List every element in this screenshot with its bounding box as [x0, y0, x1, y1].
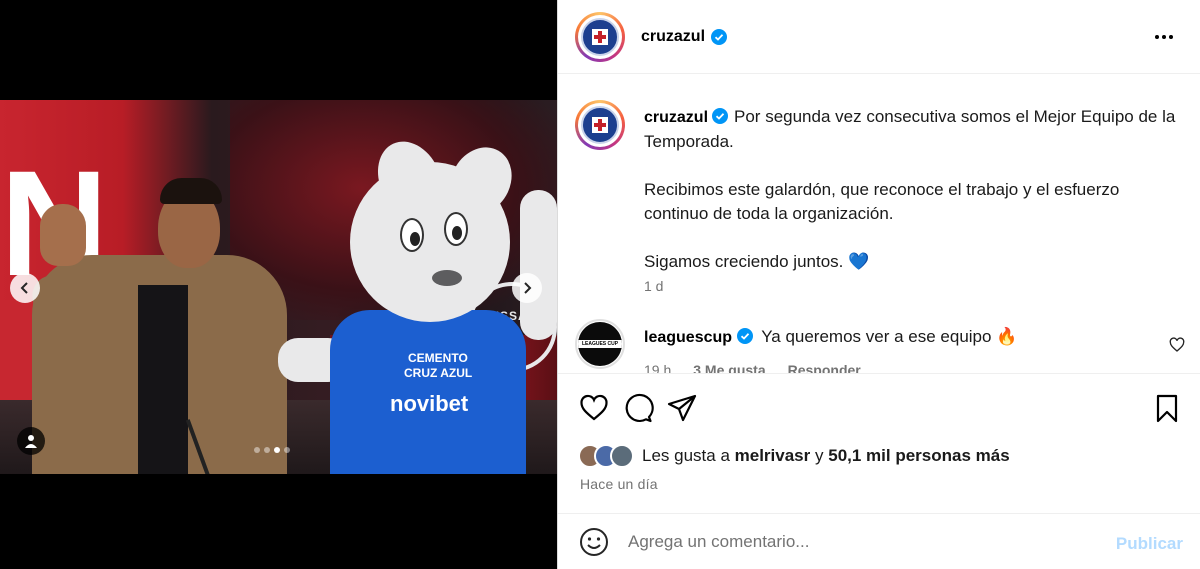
comment-input[interactable]: [628, 531, 1088, 552]
carousel-prev-button[interactable]: [10, 273, 40, 303]
likes-count-link[interactable]: 50,1 mil personas más: [828, 446, 1009, 466]
post-actions: Les gusta a melrivasr y 50,1 mil persona…: [558, 373, 1200, 513]
commenter-avatar[interactable]: LEAGUES CUP: [575, 319, 625, 369]
comment-composer: Publicar: [558, 513, 1200, 569]
emoji-icon[interactable]: [578, 526, 610, 558]
liker-avatars[interactable]: [578, 444, 634, 468]
verified-badge-icon: [736, 328, 753, 344]
mascot-head: [350, 162, 510, 322]
caption-paragraph-3: Sigamos creciendo juntos. 💙: [644, 252, 870, 271]
bookmark-icon[interactable]: [1151, 392, 1183, 424]
comment-reply-button[interactable]: Responder: [788, 362, 861, 373]
carousel-indicator: [254, 447, 290, 453]
post-media: N NISSAN CEMENTO CRUZ AZUL: [0, 0, 557, 569]
comment-username[interactable]: leaguescup: [644, 329, 732, 346]
post-caption: cruzazul Por segunda vez consecutiva somo…: [644, 105, 1184, 298]
post-details-panel: cruzazul cruzazul Por segunda vez consecu…: [557, 0, 1200, 569]
carousel-dot: [254, 447, 260, 453]
comment-icon[interactable]: [622, 392, 654, 424]
comment-text: Ya queremos ver a ese equipo 🔥: [761, 327, 1018, 346]
leagues-cup-logo-icon: LEAGUES CUP: [578, 322, 622, 366]
heart-icon[interactable]: [578, 392, 610, 424]
liker-username[interactable]: melrivasr: [735, 446, 811, 466]
verified-badge-icon: [712, 108, 729, 124]
carousel-dot-active: [274, 447, 280, 453]
comment-like-heart-icon[interactable]: [1169, 337, 1185, 353]
post-photo[interactable]: N NISSAN CEMENTO CRUZ AZUL: [0, 100, 557, 474]
author-username[interactable]: cruzazul: [641, 28, 705, 46]
user-tags-button[interactable]: [17, 427, 45, 455]
caption-paragraph-2: Recibimos este galardón, que reconoce el…: [644, 180, 1120, 223]
more-options-icon: [1155, 35, 1159, 39]
liker-avatar: [610, 444, 634, 468]
caption-author-avatar[interactable]: [575, 100, 625, 150]
publish-button[interactable]: Publicar: [1116, 534, 1183, 554]
comments-section: cruzazul Por segunda vez consecutiva somo…: [558, 75, 1200, 373]
verified-badge-icon: [711, 28, 728, 45]
more-options-button[interactable]: [1151, 24, 1177, 50]
comment-timestamp: 19 h: [644, 362, 672, 373]
carousel-dot: [264, 447, 270, 453]
author-avatar[interactable]: [575, 11, 625, 62]
post-viewer: N NISSAN CEMENTO CRUZ AZUL: [0, 0, 1200, 569]
comment: leaguescup Ya queremos ver a ese equipo …: [644, 327, 1017, 347]
club-crest-icon: [581, 17, 619, 56]
comment-likes-count[interactable]: 3 Me gusta: [693, 362, 765, 373]
carousel-next-button[interactable]: [512, 273, 542, 303]
carousel-dot: [284, 447, 290, 453]
caption-timestamp[interactable]: 1 d: [644, 278, 663, 294]
chevron-right-icon: [524, 282, 532, 294]
post-timestamp[interactable]: Hace un día: [580, 476, 658, 492]
club-crest-icon: [581, 106, 619, 144]
user-tag-icon: [25, 435, 37, 448]
chevron-left-icon: [20, 282, 28, 294]
share-icon[interactable]: [666, 392, 698, 424]
caption-username[interactable]: cruzazul: [644, 109, 708, 126]
likes-summary: Les gusta a melrivasr y 50,1 mil persona…: [578, 444, 1010, 468]
comment-meta: 19 h 3 Me gusta Responder: [644, 362, 861, 373]
post-header: cruzazul: [558, 0, 1200, 74]
